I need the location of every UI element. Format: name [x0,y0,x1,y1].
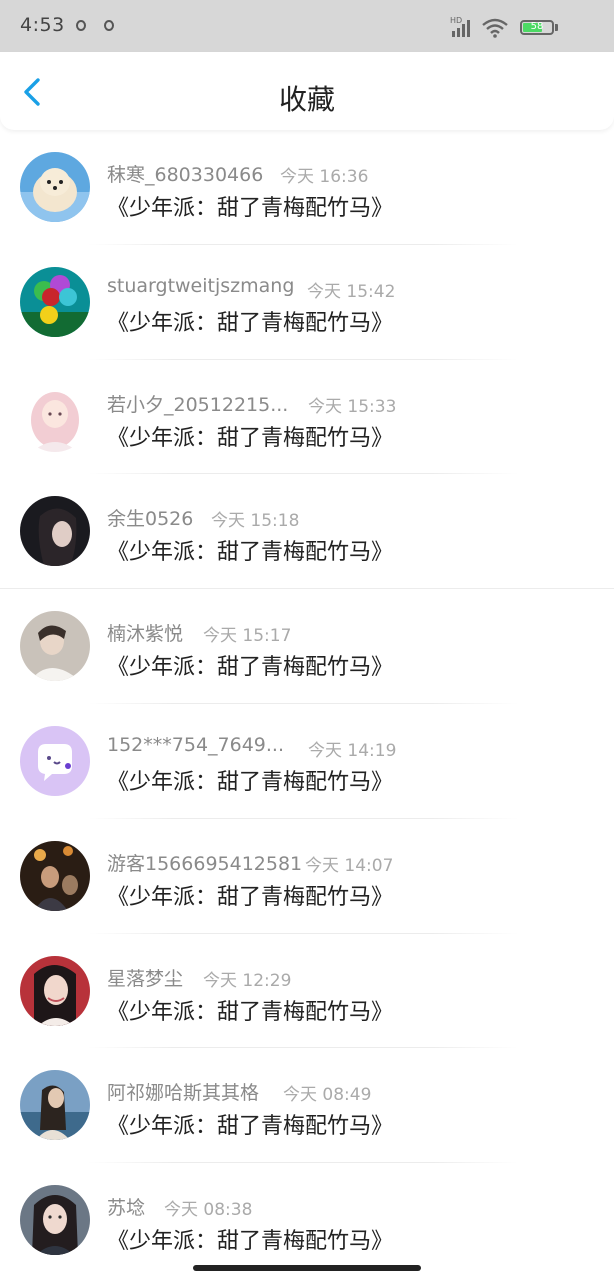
avatar[interactable] [20,496,90,567]
list-item[interactable]: 152***754_7649... 今天 14:19 《少年派：甜了青梅配竹马》 [0,704,614,819]
home-indicator[interactable] [193,1265,421,1271]
item-username: stuargtweitjszmang [107,274,295,297]
item-time: 今天 08:49 [283,1085,372,1106]
item-title[interactable]: 《少年派：甜了青梅配竹马》 [107,764,393,796]
battery-tip [555,24,558,31]
item-time: 今天 15:18 [211,511,300,532]
status-time: 4:53 [20,14,65,36]
list-item[interactable]: 阿祁娜哈斯其其格 今天 08:49 《少年派：甜了青梅配竹马》 [0,1048,614,1164]
nav-bar: 收藏 [0,52,614,130]
list-item[interactable]: 秣寒_680330466 今天 16:36 《少年派：甜了青梅配竹马》 [0,130,614,245]
item-time: 今天 15:17 [203,626,292,647]
item-time: 今天 15:42 [307,281,396,302]
item-title[interactable]: 《少年派：甜了青梅配竹马》 [107,534,393,566]
wifi-icon [482,18,508,38]
item-title[interactable]: 《少年派：甜了青梅配竹马》 [107,994,393,1026]
item-username: 阿祁娜哈斯其其格 [107,1082,260,1105]
item-title[interactable]: 《少年派：甜了青梅配竹马》 [107,305,393,337]
battery-icon: 58 [520,20,554,35]
avatar[interactable] [20,840,90,911]
avatar[interactable] [20,611,90,682]
avatar[interactable] [20,152,90,222]
item-time: 今天 14:19 [308,740,397,761]
item-username: 余生0526 [107,508,194,531]
list-item[interactable]: 星落梦尘 今天 12:29 《少年派：甜了青梅配竹马》 [0,934,614,1049]
avatar[interactable] [20,725,90,796]
item-time: 今天 14:07 [305,855,394,876]
list-item[interactable]: 苏埝 今天 08:38 《少年派：甜了青梅配竹马》 [0,1163,614,1278]
avatar[interactable] [20,1070,90,1141]
list-item[interactable]: stuargtweitjszmang 今天 15:42 《少年派：甜了青梅配竹马… [0,245,614,360]
status-bar: 4:53 HD 58 [0,0,614,54]
item-username: 星落梦尘 [107,967,184,990]
notification-icon [104,20,114,31]
avatar[interactable] [20,381,90,452]
item-time: 今天 08:38 [164,1200,253,1221]
avatar[interactable] [20,1185,90,1256]
item-time: 今天 12:29 [203,970,292,991]
page-title: 收藏 [278,83,335,116]
notification-icon [76,20,86,31]
item-username: 若小夕_20512215... [107,393,289,416]
list-item[interactable]: 若小夕_20512215... 今天 15:33 《少年派：甜了青梅配竹马》 [0,360,614,475]
item-username: 152***754_7649... [107,733,285,756]
status-icons: HD 58 [450,15,594,39]
list-item[interactable]: 游客1566695412581 今天 14:07 《少年派：甜了青梅配竹马》 [0,819,614,934]
list-item[interactable]: 余生0526 今天 15:18 《少年派：甜了青梅配竹马》 [0,474,614,590]
favorites-list: 秣寒_680330466 今天 16:36 《少年派：甜了青梅配竹马》 stua… [0,130,614,1278]
item-username: 游客1566695412581 [107,852,303,875]
item-username: 苏埝 [107,1197,146,1220]
item-title[interactable]: 《少年派：甜了青梅配竹马》 [107,1108,393,1140]
battery-level: 58 [530,21,544,32]
item-title[interactable]: 《少年派：甜了青梅配竹马》 [107,879,393,911]
signal-icon [452,20,470,37]
avatar[interactable] [20,955,90,1026]
item-username: 楠沐紫悦 [107,623,184,646]
item-title[interactable]: 《少年派：甜了青梅配竹马》 [107,649,393,681]
item-time: 今天 16:36 [280,167,369,187]
list-item[interactable]: 楠沐紫悦 今天 15:17 《少年派：甜了青梅配竹马》 [0,589,614,704]
item-title[interactable]: 《少年派：甜了青梅配竹马》 [107,190,393,222]
item-title[interactable]: 《少年派：甜了青梅配竹马》 [107,420,393,452]
avatar[interactable] [20,266,90,337]
item-username: 秣寒_680330466 [107,164,264,186]
item-time: 今天 15:33 [308,396,397,417]
item-title[interactable]: 《少年派：甜了青梅配竹马》 [107,1223,393,1255]
